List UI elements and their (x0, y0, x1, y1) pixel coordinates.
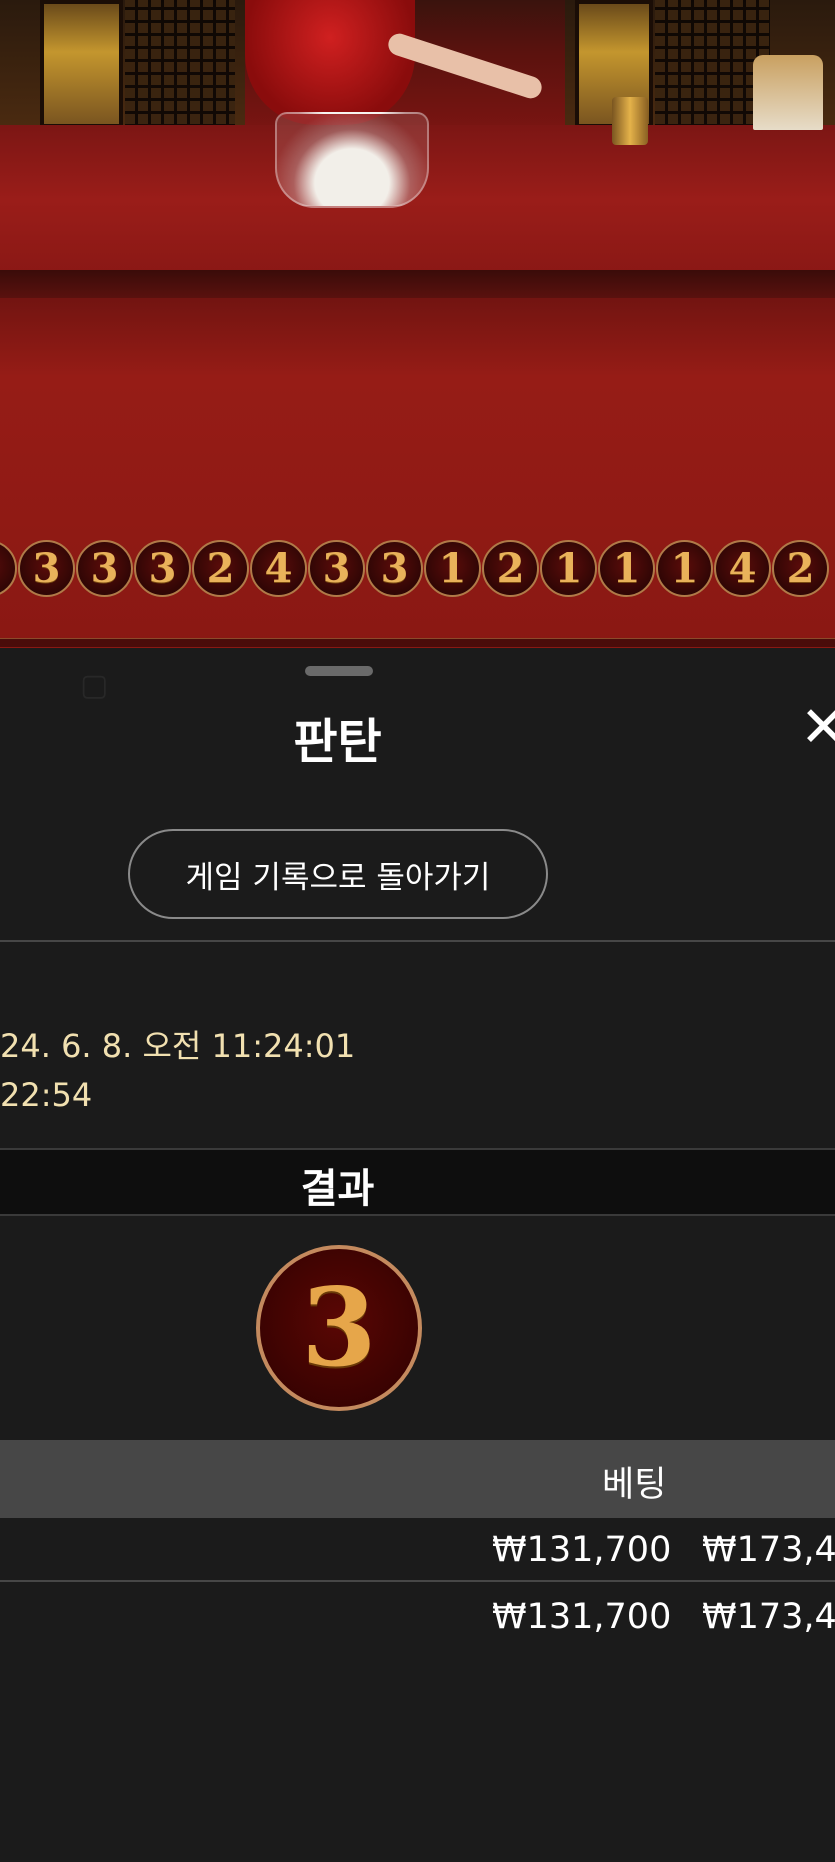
payout-amount: ₩173,4 (702, 1597, 835, 1637)
row-divider (0, 1580, 835, 1582)
payout-amount: ₩173,4 (702, 1530, 835, 1570)
history-result-ball: 4 (250, 540, 307, 597)
bets-table-header: 베팅 (0, 1440, 835, 1518)
statue (753, 55, 823, 130)
drag-handle-icon[interactable] (305, 666, 373, 676)
history-result-ball: 2 (482, 540, 539, 597)
history-result-ball: 2 (772, 540, 829, 597)
history-result-ball: 4 (714, 540, 771, 597)
bet-column-header: 베팅 (602, 1465, 667, 1505)
divider (0, 940, 835, 942)
history-result-ball: 1 (540, 540, 597, 597)
result-label: 결과 (300, 1166, 375, 1212)
strip-baseline (0, 638, 835, 647)
gold-panel (40, 0, 123, 128)
table-edge (0, 270, 835, 298)
history-result-ball: 3 (18, 540, 75, 597)
results-history-strip: 133324331211142 (0, 540, 830, 597)
ghost-grid: ▢ (80, 668, 109, 703)
dealer (245, 0, 415, 125)
history-result-ball: 1 (656, 540, 713, 597)
bead-bowl (275, 112, 429, 208)
result-header-bar: 결과 (0, 1148, 835, 1216)
history-result-ball: 1 (424, 540, 481, 597)
result-ball: 3 (256, 1245, 422, 1411)
sheet-title: 판탄 (293, 714, 382, 770)
live-video-feed: 133324331211142 (0, 0, 835, 650)
bet-amount: ₩131,700 (492, 1597, 672, 1637)
history-result-ball: 1 (0, 540, 17, 597)
round-details-sheet: ▢ 판탄 ✕ 게임 기록으로 돌아가기 24. 6. 8. 오전 11:24:0… (0, 648, 835, 1862)
brass-cup (612, 97, 648, 145)
history-result-ball: 3 (134, 540, 191, 597)
table-row: ₩131,700 ₩173,4 (0, 1520, 835, 1586)
history-result-ball: 2 (192, 540, 249, 597)
bet-amount: ₩131,700 (492, 1530, 672, 1570)
history-result-ball: 3 (366, 540, 423, 597)
table-row: ₩131,700 ₩173,4 (0, 1587, 835, 1653)
history-result-ball: 3 (76, 540, 133, 597)
round-datetime: 24. 6. 8. 오전 11:24:01 (0, 1027, 356, 1065)
back-to-history-button[interactable]: 게임 기록으로 돌아가기 (128, 829, 548, 919)
close-icon[interactable]: ✕ (800, 700, 835, 756)
history-result-ball: 1 (598, 540, 655, 597)
history-result-ball: 3 (308, 540, 365, 597)
round-time: 22:54 (0, 1076, 93, 1114)
